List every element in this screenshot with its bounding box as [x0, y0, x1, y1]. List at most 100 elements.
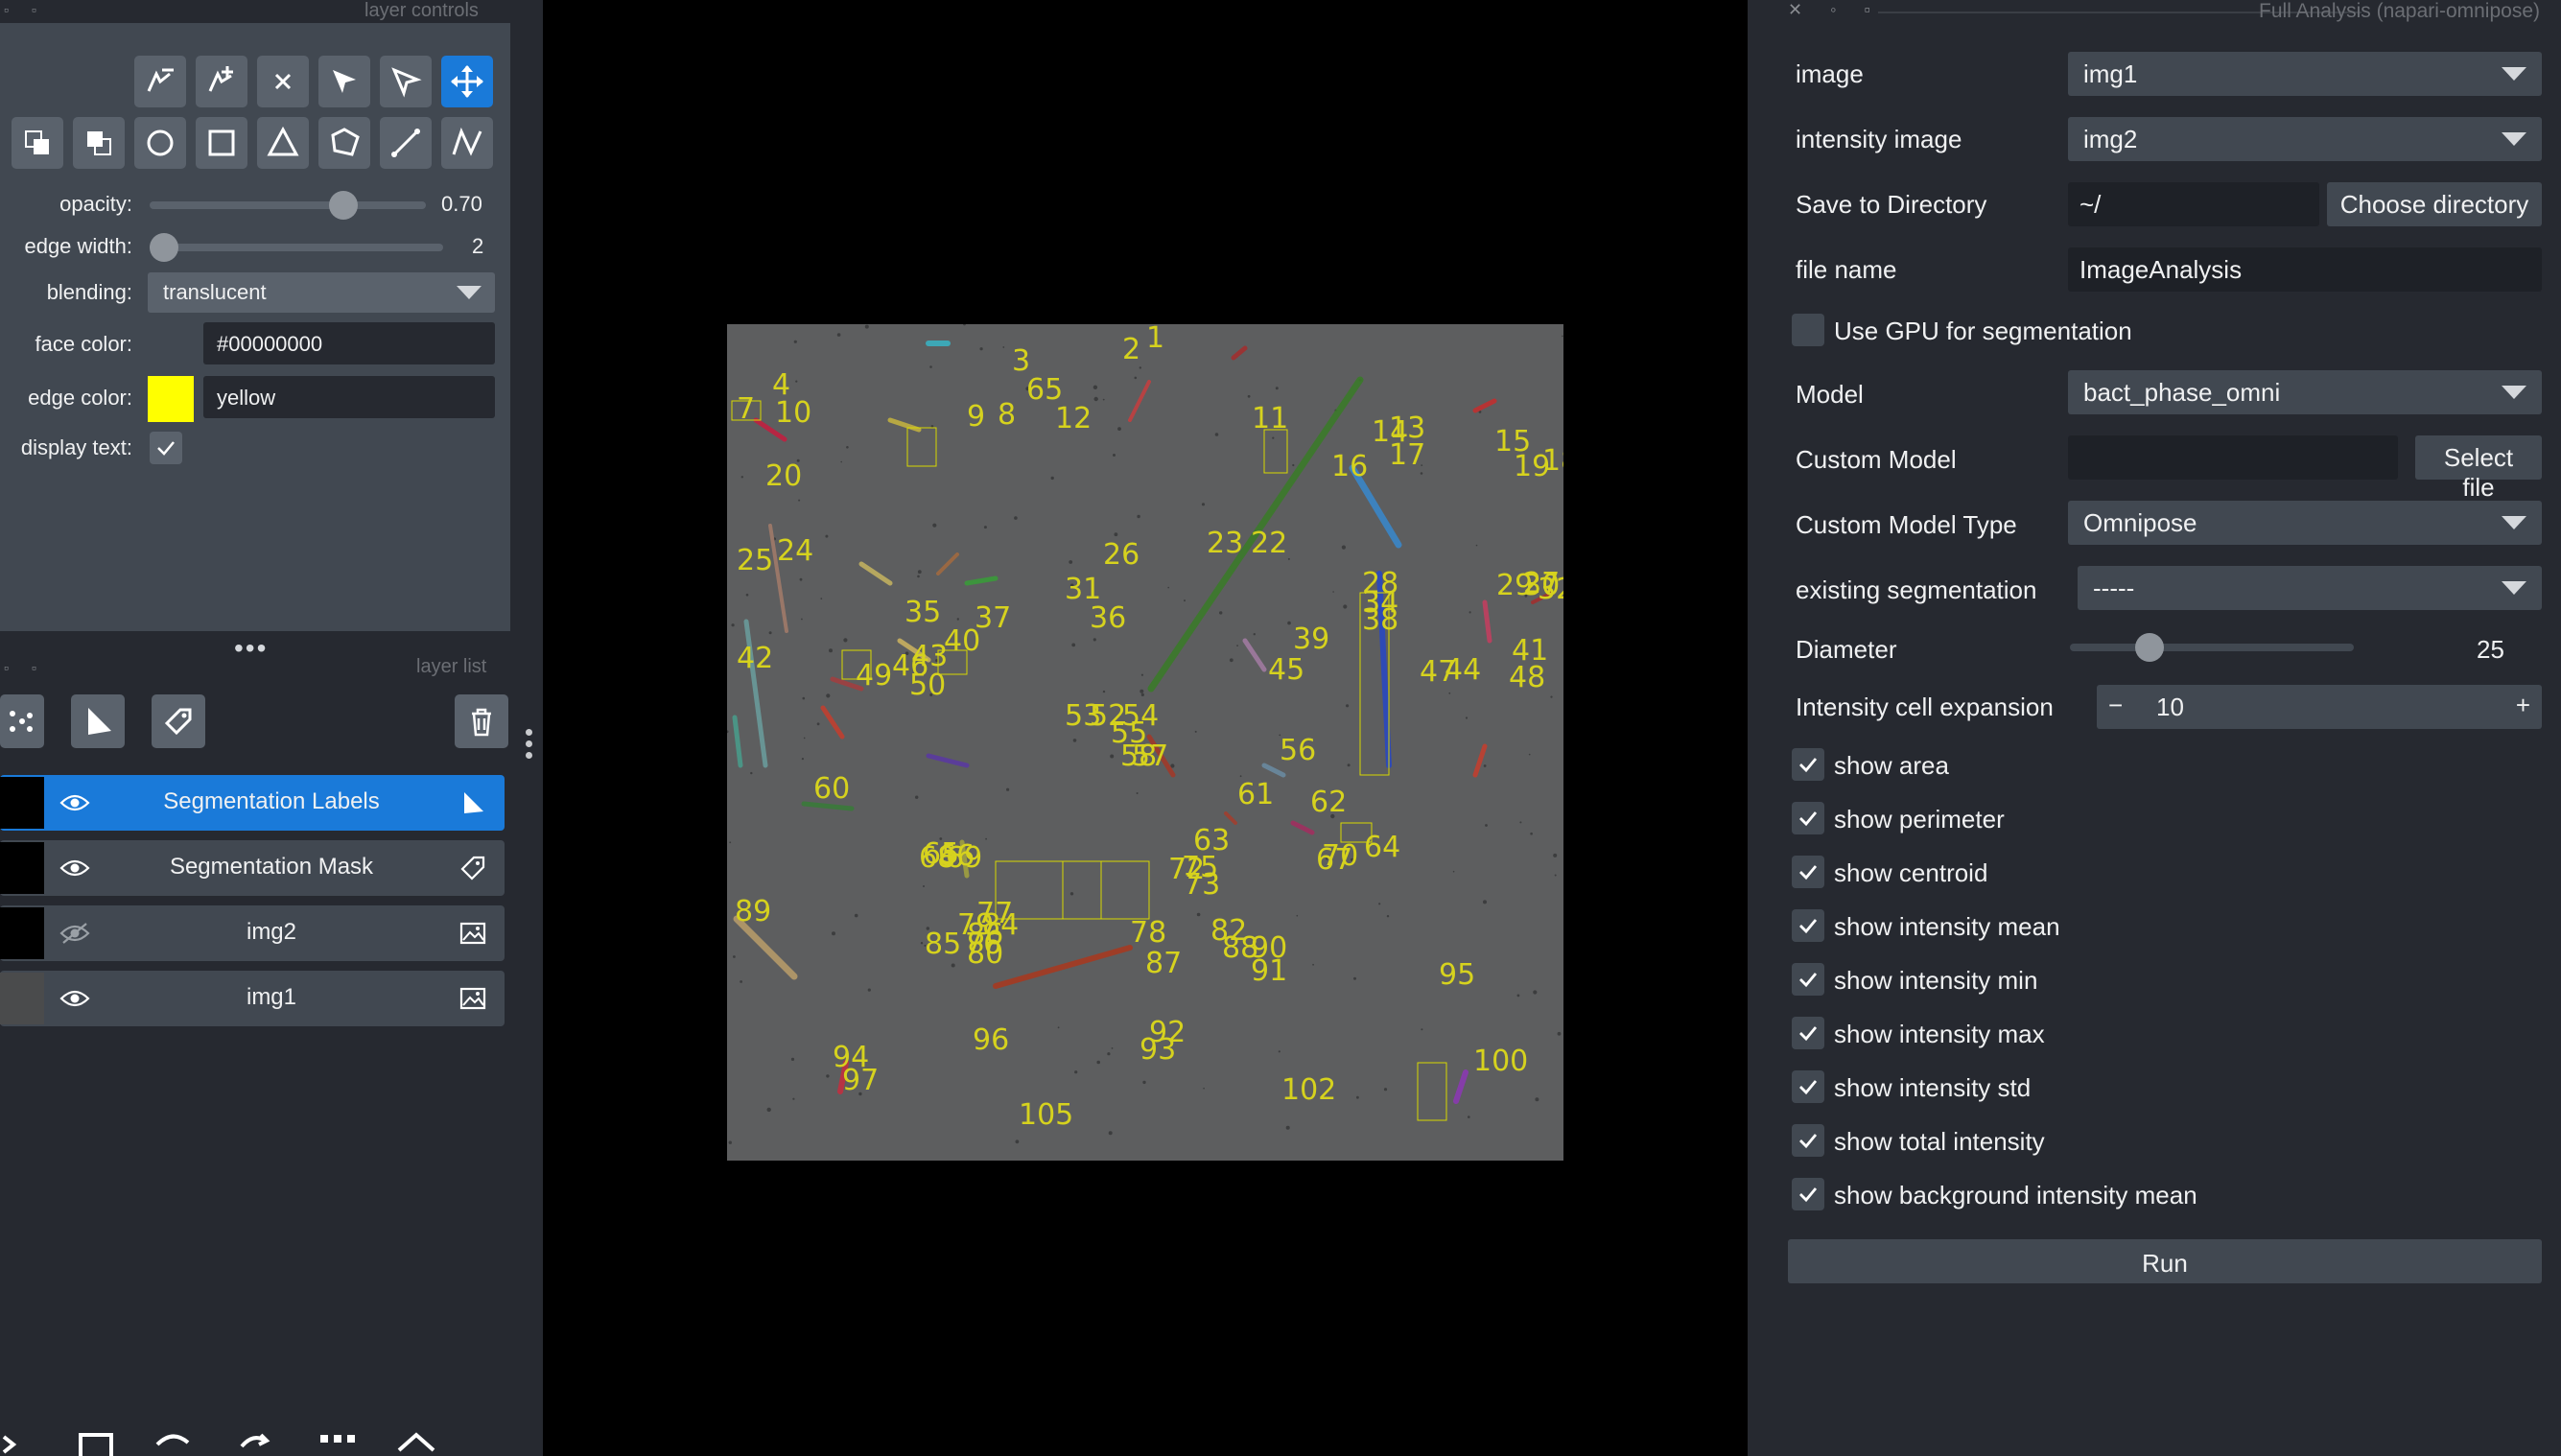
eye-closed-icon[interactable]	[59, 922, 90, 945]
diameter-slider-handle[interactable]	[2134, 633, 2164, 662]
triangle-icon[interactable]	[257, 117, 309, 169]
dock-splitter-handle[interactable]	[526, 729, 533, 763]
polyline-icon[interactable]	[441, 117, 493, 169]
show-intensity-min-checkbox[interactable]	[1792, 963, 1824, 996]
rectangle-icon[interactable]	[196, 117, 247, 169]
display-text-checkbox[interactable]	[150, 432, 182, 464]
layer-row-segmentation-labels[interactable]: Segmentation Labels	[0, 775, 505, 831]
debris-dot	[1553, 853, 1558, 857]
remove-points-icon[interactable]	[134, 56, 186, 107]
edge-width-slider[interactable]	[150, 244, 443, 251]
existing-segmentation-dropdown[interactable]: -----	[2078, 566, 2542, 610]
debris-dot	[1519, 821, 1522, 824]
ellipse-icon[interactable]	[134, 117, 186, 169]
image-dropdown[interactable]: img1	[2068, 52, 2542, 96]
debris-dot	[1134, 376, 1138, 380]
choose-directory-button[interactable]: Choose directory	[2327, 182, 2542, 226]
eye-icon[interactable]	[59, 857, 90, 880]
opacity-slider-handle[interactable]	[328, 191, 358, 220]
model-dropdown[interactable]: bact_phase_omni	[2068, 370, 2542, 414]
eye-icon[interactable]	[59, 791, 90, 814]
save-dir-label: Save to Directory	[1796, 190, 1987, 219]
blending-dropdown[interactable]: translucent	[148, 272, 495, 313]
layer-row-img2[interactable]: img2	[0, 905, 505, 961]
debris-dot	[1341, 545, 1346, 550]
use-gpu-checkbox[interactable]	[1792, 314, 1824, 346]
debris-dot	[1229, 658, 1234, 663]
select-icon[interactable]	[318, 56, 370, 107]
transpose-icon[interactable]	[234, 1429, 278, 1456]
home-icon[interactable]	[395, 1429, 439, 1456]
debris-dot	[1420, 472, 1423, 475]
check-icon	[1799, 919, 1818, 934]
new-shapes-layer-icon[interactable]	[71, 694, 125, 748]
show-background-intensity-mean-checkbox[interactable]	[1792, 1178, 1824, 1210]
panel-resize-handle[interactable]: •••	[234, 633, 268, 664]
chevron-down-icon	[2502, 67, 2526, 81]
new-labels-layer-icon[interactable]	[152, 694, 205, 748]
cell-label: 89	[735, 895, 771, 928]
ndisplay-toggle-icon[interactable]	[77, 1429, 121, 1456]
show-intensity-max-checkbox[interactable]	[1792, 1017, 1824, 1049]
delete-layer-icon[interactable]	[455, 694, 508, 748]
viewer-canvas[interactable]: 1234710209865121116141317151918252423222…	[543, 0, 1748, 1456]
debris-dot	[1071, 643, 1076, 647]
console-icon[interactable]	[0, 1429, 44, 1456]
debris-dot	[979, 347, 983, 351]
show-centroid-checkbox[interactable]	[1792, 856, 1824, 888]
select-file-button[interactable]: Select file	[2415, 435, 2542, 502]
labels-layer-icon	[460, 856, 485, 881]
show-area-checkbox[interactable]	[1792, 748, 1824, 781]
debris-dot	[1312, 963, 1314, 966]
line-icon[interactable]	[380, 117, 432, 169]
expansion-spinbox[interactable]: − 10 +	[2097, 685, 2542, 729]
roll-dims-icon[interactable]	[153, 1429, 198, 1456]
debris-dot	[929, 365, 932, 368]
show-intensity-std-checkbox[interactable]	[1792, 1070, 1824, 1103]
direct-select-icon[interactable]	[380, 56, 432, 107]
file-name-field[interactable]: ImageAnalysis	[2068, 247, 2542, 292]
debris-dot	[1475, 544, 1478, 547]
debris-dot	[816, 722, 820, 726]
new-points-layer-icon[interactable]	[0, 694, 44, 748]
move-back-icon[interactable]	[12, 117, 63, 169]
move-front-icon[interactable]	[73, 117, 125, 169]
dock-float-icon[interactable]: ▫ ▫	[4, 2, 46, 17]
edge-color-field[interactable]: yellow	[203, 376, 495, 418]
layer-row-segmentation-mask[interactable]: Segmentation Mask	[0, 840, 505, 896]
edge-color-swatch[interactable]	[148, 376, 194, 422]
increment-button[interactable]: +	[2516, 691, 2530, 720]
intensity-image-dropdown[interactable]: img2	[2068, 117, 2542, 161]
cell-label: 45	[1268, 653, 1304, 687]
debris-dot	[1201, 503, 1206, 506]
diameter-slider[interactable]	[2070, 644, 2354, 651]
run-button[interactable]: Run	[1788, 1239, 2542, 1283]
show-intensity-mean-checkbox[interactable]	[1792, 909, 1824, 942]
add-points-icon[interactable]	[196, 56, 247, 107]
cell-label: 62	[1310, 786, 1347, 819]
edge-width-slider-handle[interactable]	[150, 233, 179, 262]
eye-icon[interactable]	[59, 987, 90, 1010]
layer-list-title: layer list	[416, 656, 487, 677]
model-value: bact_phase_omni	[2083, 378, 2281, 407]
show-perimeter-checkbox[interactable]	[1792, 802, 1824, 834]
cell-segment	[858, 561, 893, 586]
custom-model-field[interactable]	[2068, 435, 2398, 480]
pan-zoom-icon[interactable]	[441, 56, 493, 107]
custom-model-type-dropdown[interactable]: Omnipose	[2068, 501, 2542, 545]
face-color-field[interactable]: #00000000	[203, 322, 495, 364]
polygon-icon[interactable]	[318, 117, 370, 169]
layer-name: img1	[246, 984, 297, 1010]
dock-float-icon[interactable]: ▫ ▫	[4, 660, 46, 675]
opacity-slider[interactable]	[150, 201, 426, 209]
show-total-intensity-checkbox[interactable]	[1792, 1124, 1824, 1157]
debris-dot	[1114, 532, 1118, 537]
model-label: Model	[1796, 380, 1864, 409]
grid-view-icon[interactable]	[317, 1429, 361, 1456]
delete-icon[interactable]	[257, 56, 309, 107]
layer-row-img1[interactable]: img1	[0, 971, 505, 1026]
save-dir-field[interactable]: ~/	[2068, 182, 2319, 226]
cell-segment	[1128, 380, 1151, 422]
decrement-button[interactable]: −	[2108, 691, 2123, 720]
dock-titlebar-icons[interactable]: ✕ ◦ ▫	[1788, 0, 1882, 20]
